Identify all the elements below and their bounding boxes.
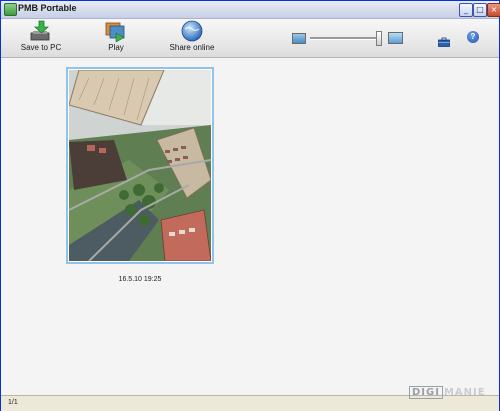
share-online-label: Share online [169,43,215,52]
app-icon [4,3,17,16]
save-to-pc-icon [29,20,53,42]
window-title: PMB Portable [18,3,77,13]
play-label: Play [108,43,124,52]
toolbar: Save to PC Play Share online ? [1,19,499,58]
zoom-slider-thumb[interactable] [376,31,383,46]
thumbnail-date-caption: 16.5.10 19:25 [118,276,162,283]
minimize-button[interactable]: _ [459,3,473,17]
zoom-out-icon[interactable] [292,33,306,44]
zoom-slider[interactable] [310,37,382,40]
title-bar[interactable]: PMB Portable _ □ × [1,1,500,19]
share-online-button[interactable]: Share online [161,20,223,52]
close-button[interactable]: × [487,3,500,17]
media-thumbnail[interactable] [66,67,214,264]
item-count: 1/1 [8,399,18,406]
watermark-logo: DIGI MANIE [409,386,486,399]
zoom-in-icon[interactable] [388,32,403,44]
app-window: PMB Portable _ □ × Save to PC Play Share… [0,0,500,411]
maximize-button[interactable]: □ [473,3,487,17]
save-to-pc-button[interactable]: Save to PC [15,20,67,52]
photo-image [69,70,211,261]
toolbox-icon[interactable] [438,32,450,47]
media-browser: 16.5.10 19:25 [1,58,499,394]
share-online-globe-icon [180,20,204,42]
play-button[interactable]: Play [99,20,133,52]
help-icon[interactable]: ? [467,31,479,43]
save-to-pc-label: Save to PC [20,43,62,52]
play-slideshow-icon [104,20,128,43]
